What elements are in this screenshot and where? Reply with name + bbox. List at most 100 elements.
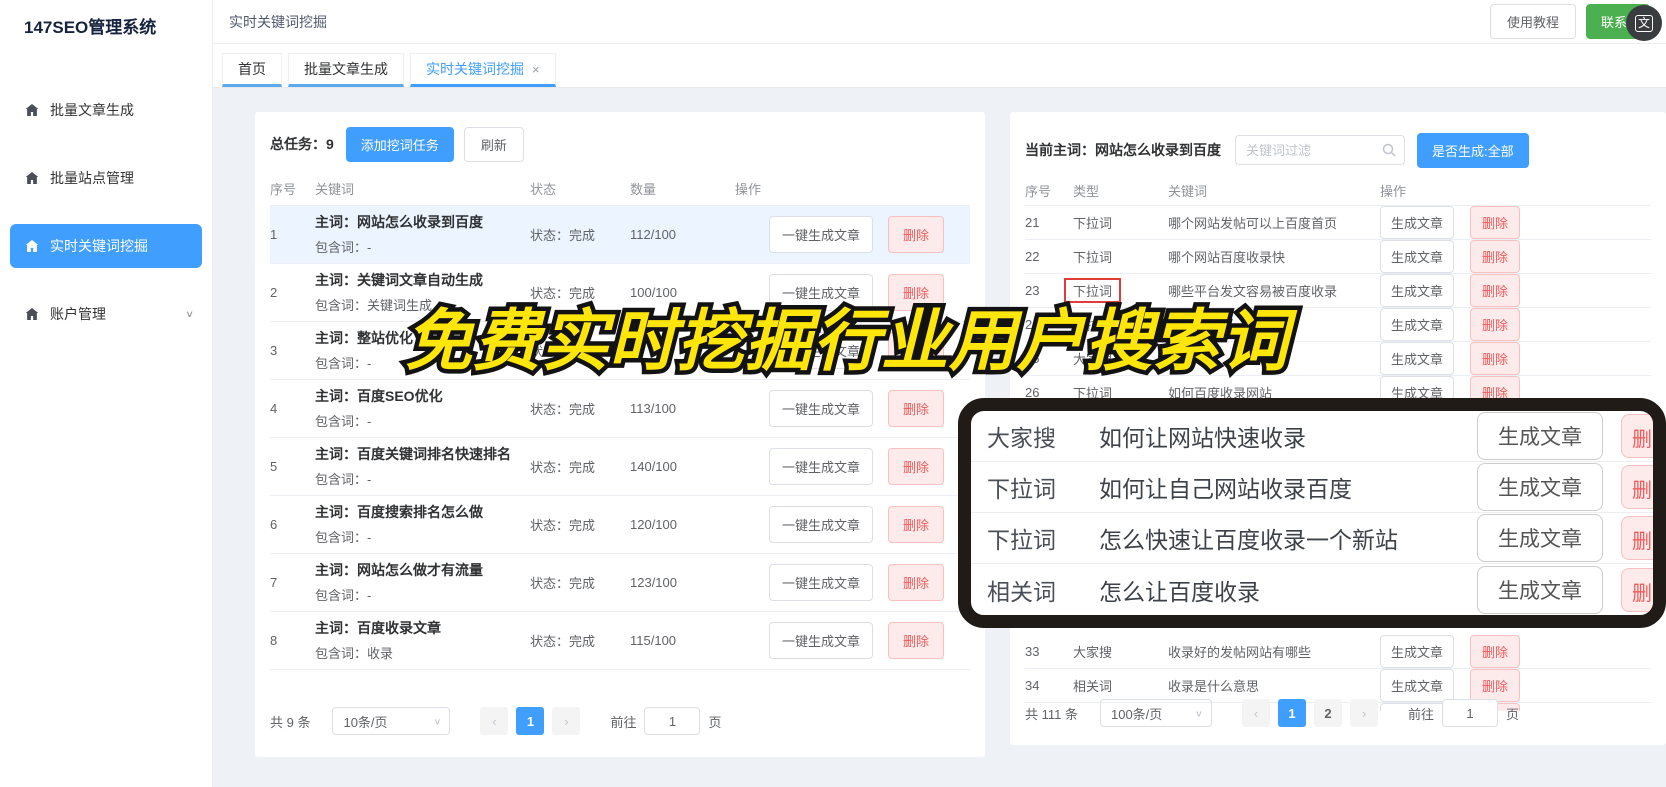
breadcrumb: 实时关键词挖掘 (229, 13, 327, 30)
tutorial-button[interactable]: 使用教程 (1489, 4, 1576, 39)
generate-article-button[interactable]: 生成文章 (1380, 669, 1455, 702)
chevron-down-icon[interactable]: ∨ (185, 308, 194, 319)
keyword-num: 22 (1025, 249, 1040, 264)
tab[interactable]: 实时关键词挖掘 × (410, 53, 556, 87)
task-include-word: 包含词：- (315, 414, 372, 429)
sidebar-item[interactable]: 账户管理 ∨ (0, 292, 212, 336)
task-row[interactable]: 5 主词：百度关键词排名快速排名 包含词：- 状态：完成 140/100 一键生… (270, 438, 970, 496)
generate-article-button[interactable]: 生成文章 (1380, 342, 1455, 375)
page-number-button[interactable]: 2 (1313, 699, 1342, 727)
delete-button[interactable]: 删除 (1470, 274, 1521, 307)
delete-button[interactable]: 删除 (1470, 669, 1521, 702)
tab[interactable]: 批量文章生成 (288, 53, 404, 87)
tabbar: 首页 批量文章生成 实时关键词挖掘 × (213, 44, 1666, 88)
page-number-button[interactable]: 1 (516, 707, 545, 735)
refresh-button[interactable]: 刷新 (463, 126, 524, 162)
page-number-button[interactable]: 1 (1277, 699, 1306, 727)
delete-button[interactable]: 删除 (1470, 206, 1521, 239)
task-num: 2 (270, 285, 278, 300)
goto-label: 前往 (610, 714, 637, 730)
delete-button[interactable]: 删除 (888, 622, 945, 659)
task-row[interactable]: 8 主词：百度收录文章 包含词：收录 状态：完成 115/100 一键生成文章 … (270, 612, 970, 670)
task-row[interactable]: 7 主词：网站怎么做才有流量 包含词：- 状态：完成 123/100 一键生成文… (270, 554, 970, 612)
delete-button-clipped[interactable]: 删除 (1621, 567, 1653, 612)
page-size-select[interactable]: 100条/页 ∨ (1099, 699, 1212, 727)
home-icon (24, 170, 40, 186)
keyword-filter-input[interactable] (1235, 135, 1405, 165)
keyword-type: 大家搜 (1073, 642, 1168, 661)
tab[interactable]: 首页 (222, 53, 282, 87)
delete-button[interactable]: 删除 (1470, 308, 1521, 341)
keyword-type-text: 相关词 (1073, 679, 1113, 694)
col-num: 序号 (270, 182, 297, 197)
goto-page-input[interactable] (644, 707, 701, 735)
sidebar-item-label: 实时关键词挖掘 (50, 238, 148, 254)
page-size-select[interactable]: 10条/页 ∨ (332, 707, 451, 735)
keyword-text: 怎么快速让百度收录一个新站 (1099, 527, 1398, 553)
keyword-type-text: 下拉词 (1073, 216, 1113, 231)
generate-article-button[interactable]: 生成文章 (1380, 308, 1455, 341)
tab-close-icon[interactable]: × (532, 62, 540, 77)
tab-label: 批量文章生成 (304, 61, 388, 77)
generate-article-button[interactable]: 一键生成文章 (769, 216, 874, 253)
magnified-keyword-row: 相关词 怎么让百度收录 生成文章 删除 (971, 564, 1653, 615)
next-page-button[interactable]: › (1349, 699, 1378, 727)
task-ops: 一键生成文章 删除 (735, 564, 970, 601)
add-task-button[interactable]: 添加挖词任务 (345, 126, 454, 162)
generate-article-button[interactable]: 一键生成文章 (769, 506, 874, 543)
generate-article-button[interactable]: 一键生成文章 (769, 564, 874, 601)
task-num: 6 (270, 517, 278, 532)
col-count: 数量 (630, 182, 657, 197)
generate-article-button[interactable]: 一键生成文章 (769, 448, 874, 485)
sidebar-item[interactable]: 批量文章生成 (0, 88, 212, 132)
delete-button-clipped[interactable]: 删除 (1621, 516, 1653, 560)
generate-article-button[interactable]: 生成文章 (1380, 274, 1455, 307)
generate-article-button[interactable]: 生成文章 (1380, 635, 1455, 668)
delete-button[interactable]: 删除 (1470, 635, 1521, 668)
sidebar-item[interactable]: 实时关键词挖掘 (10, 224, 202, 268)
generate-article-button[interactable]: 生成文章 (1380, 240, 1455, 273)
keyword-filter (1235, 135, 1405, 165)
delete-button[interactable]: 删除 (888, 506, 945, 543)
generate-article-button[interactable]: 生成文章 (1380, 206, 1455, 239)
task-row[interactable]: 1 主词：网站怎么收录到百度 包含词：- 状态：完成 112/100 一键生成文… (270, 206, 970, 264)
delete-button[interactable]: 删除 (888, 390, 945, 427)
task-include-word: 包含词：收录 (315, 646, 394, 661)
home-icon (24, 102, 40, 118)
col-ops: 操作 (1380, 184, 1407, 199)
generate-article-button[interactable]: 生成文章 (1477, 463, 1603, 511)
next-page-button[interactable]: › (552, 707, 581, 735)
magnified-keyword-row: 下拉词 如何让自己网站收录百度 生成文章 删除 (971, 462, 1653, 513)
delete-button-clipped[interactable]: 删除 (1621, 465, 1653, 509)
generate-all-button[interactable]: 是否生成:全部 (1417, 132, 1529, 168)
keywords-toolbar: 当前主词：网站怎么收录到百度 是否生成:全部 (1025, 132, 1651, 168)
keyword-type: 相关词 (1073, 676, 1168, 695)
col-keyword: 关键词 (315, 182, 355, 197)
sidebar-item-label: 批量站点管理 (50, 170, 134, 186)
sidebar-item[interactable]: 批量站点管理 (0, 156, 212, 200)
generate-article-button[interactable]: 一键生成文章 (769, 622, 874, 659)
delete-button[interactable]: 删除 (888, 216, 945, 253)
delete-button[interactable]: 删除 (1470, 240, 1521, 273)
floating-widget-glyph: 文 (1634, 14, 1653, 32)
total-count: 共 111 条 (1025, 706, 1078, 722)
prev-page-button[interactable]: ‹ (1241, 699, 1270, 727)
floating-widget-icon[interactable]: 文 (1626, 5, 1662, 41)
task-row[interactable]: 4 主词：百度SEO优化 包含词：- 状态：完成 113/100 一键生成文章 … (270, 380, 970, 438)
delete-button-clipped[interactable]: 删除 (1621, 414, 1653, 458)
goto-page-input[interactable] (1442, 699, 1498, 727)
delete-button[interactable]: 删除 (888, 564, 945, 601)
generate-article-button[interactable]: 生成文章 (1477, 412, 1603, 460)
task-count: 123/100 (630, 575, 677, 590)
generate-article-button[interactable]: 生成文章 (1477, 514, 1603, 562)
generate-article-button[interactable]: 生成文章 (1477, 565, 1603, 614)
generate-article-button[interactable]: 一键生成文章 (769, 390, 874, 427)
tab-label: 实时关键词挖掘 (426, 61, 524, 77)
delete-button[interactable]: 删除 (1470, 342, 1521, 375)
task-num: 7 (270, 575, 278, 590)
task-row[interactable]: 6 主词：百度搜索排名怎么做 包含词：- 状态：完成 120/100 一键生成文… (270, 496, 970, 554)
keyword-text: 如何让网站快速收录 (1099, 425, 1306, 451)
prev-page-button[interactable]: ‹ (480, 707, 509, 735)
delete-button[interactable]: 删除 (888, 448, 945, 485)
home-icon (24, 306, 40, 322)
